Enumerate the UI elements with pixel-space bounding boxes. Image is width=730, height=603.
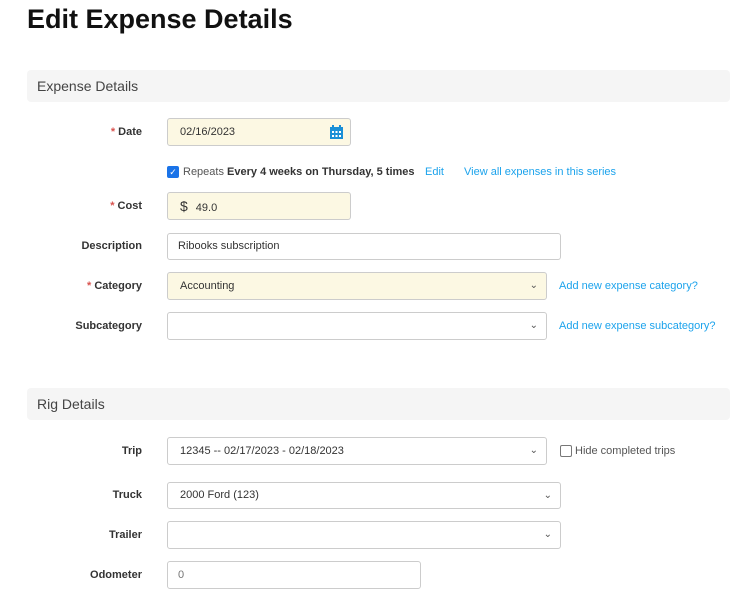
category-label: * Category — [87, 280, 142, 292]
date-input[interactable]: 02/16/2023 — [167, 118, 351, 146]
trip-label: Trip — [121, 445, 142, 457]
chevron-down-icon: ⌄ — [529, 445, 538, 456]
edit-repeat-link[interactable]: Edit — [425, 166, 444, 178]
truck-label: Truck — [112, 489, 142, 501]
hide-completed-trips-checkbox[interactable] — [560, 445, 572, 457]
cost-input[interactable]: $49.0 — [167, 192, 351, 220]
calendar-icon[interactable] — [330, 125, 343, 139]
date-label: * Date — [110, 126, 142, 138]
description-input[interactable]: Ribooks subscription — [167, 233, 561, 260]
add-category-link[interactable]: Add new expense category? — [559, 280, 698, 292]
category-select[interactable]: Accounting ⌄ — [167, 272, 547, 300]
view-series-link[interactable]: View all expenses in this series — [464, 166, 616, 178]
chevron-down-icon: ⌄ — [529, 280, 538, 291]
add-subcategory-link[interactable]: Add new expense subcategory? — [559, 320, 716, 332]
odometer-label: Odometer — [90, 569, 142, 581]
rig-details-header: Rig Details — [27, 388, 730, 420]
page-title: Edit Expense Details — [27, 4, 293, 34]
subcategory-select[interactable]: ⌄ — [167, 312, 547, 340]
trailer-label: Trailer — [108, 529, 142, 541]
hide-completed-trips-label: Hide completed trips — [575, 445, 676, 457]
repeat-checkbox[interactable]: ✓ — [167, 166, 179, 178]
cost-label: * Cost — [110, 200, 142, 212]
subcategory-label: Subcategory — [75, 320, 142, 332]
currency-symbol: $ — [180, 198, 188, 214]
chevron-down-icon: ⌄ — [543, 529, 552, 540]
trailer-select[interactable]: ⌄ — [167, 521, 561, 549]
repeat-summary: Repeats Every 4 weeks on Thursday, 5 tim… — [183, 166, 415, 178]
truck-select[interactable]: 2000 Ford (123) ⌄ — [167, 482, 561, 509]
expense-details-header: Expense Details — [27, 70, 730, 102]
chevron-down-icon: ⌄ — [529, 320, 538, 331]
description-label: Description — [81, 240, 142, 252]
chevron-down-icon: ⌄ — [543, 490, 552, 501]
odometer-input[interactable] — [167, 561, 421, 589]
trip-select[interactable]: 12345 -- 02/17/2023 - 02/18/2023 ⌄ — [167, 437, 547, 465]
